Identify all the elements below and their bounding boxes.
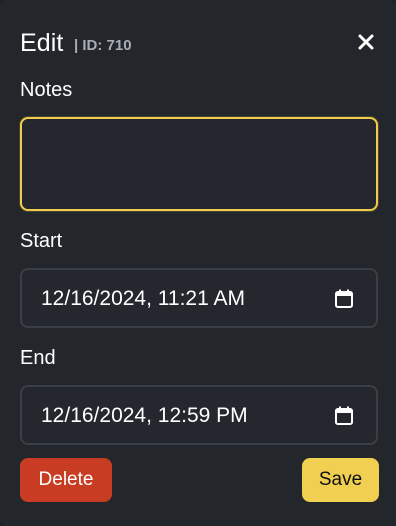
edit-dialog: Edit | ID: 710 Notes Start 12/16/2024, 1… — [0, 0, 396, 526]
end-label: End — [20, 347, 56, 369]
notes-label: Notes — [20, 79, 73, 101]
calendar-icon[interactable] — [334, 289, 354, 309]
delete-button[interactable]: Delete — [20, 458, 112, 502]
start-datetime-value: 12/16/2024, 11:21 AM — [41, 287, 245, 310]
record-id: | ID: 710 — [74, 37, 132, 54]
calendar-icon[interactable] — [334, 406, 354, 426]
dialog-header: Edit | ID: 710 — [20, 26, 380, 62]
end-datetime-input[interactable]: 12/16/2024, 12:59 PM — [20, 385, 378, 445]
notes-textarea[interactable] — [20, 117, 378, 211]
dialog-title: Edit — [20, 29, 64, 57]
close-icon — [358, 34, 374, 50]
end-datetime-value: 12/16/2024, 12:59 PM — [41, 404, 248, 427]
close-button[interactable] — [352, 28, 380, 56]
start-label: Start — [20, 230, 63, 252]
start-datetime-input[interactable]: 12/16/2024, 11:21 AM — [20, 268, 378, 328]
save-button[interactable]: Save — [302, 458, 379, 502]
